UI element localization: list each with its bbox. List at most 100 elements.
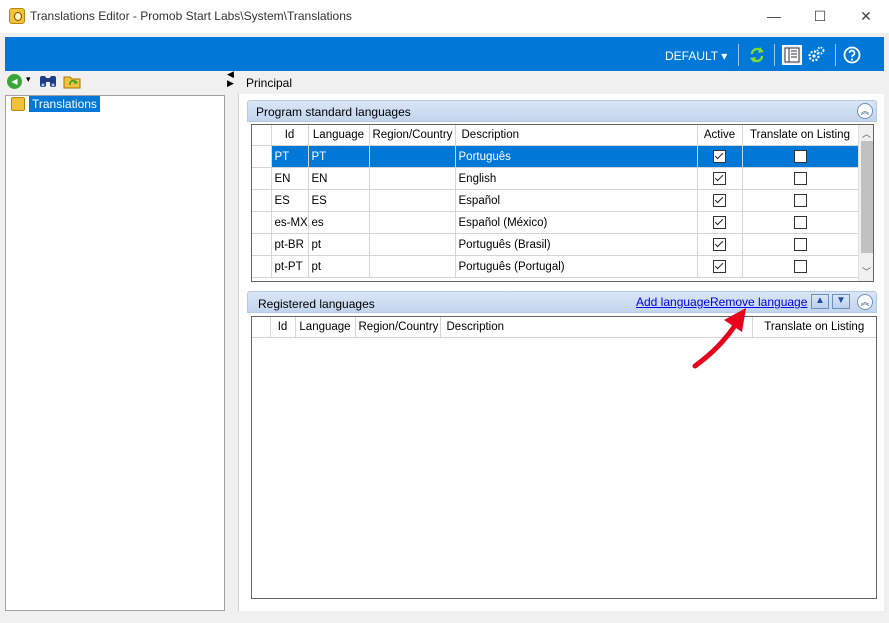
cell-description: English (455, 167, 698, 190)
help-icon[interactable] (843, 46, 861, 64)
standard-languages-header: Program standard languages ︽ (247, 100, 877, 122)
grid-header-row: Id Language Region/Country Description T… (252, 317, 876, 338)
cell-active (697, 145, 743, 168)
cell-active (697, 211, 743, 234)
move-up-button[interactable]: ▲ (811, 294, 829, 309)
cell-region (369, 211, 456, 234)
page-title: Principal (246, 76, 293, 90)
column-header-region[interactable]: Region/Country (355, 317, 441, 338)
table-row[interactable]: pt-BR pt Português (Brasil) (252, 233, 859, 256)
row-header[interactable] (252, 211, 272, 234)
column-header-language[interactable]: Language (308, 125, 370, 146)
translations-folder-icon (11, 97, 25, 111)
group-title: Registered languages (258, 297, 375, 311)
refresh-icon[interactable] (748, 46, 766, 64)
settings-gears-icon[interactable] (807, 46, 825, 64)
translate-checkbox[interactable] (793, 172, 807, 185)
cell-active (697, 189, 743, 212)
cell-language: EN (308, 167, 370, 190)
standard-grid-scrollbar[interactable]: ︿ ﹀ (858, 125, 873, 281)
row-header-corner (252, 125, 272, 146)
row-header-corner (252, 317, 271, 338)
column-header-translate[interactable]: Translate on Listing (742, 125, 859, 146)
cell-language: es (308, 211, 370, 234)
active-checkbox[interactable] (713, 194, 726, 207)
panel-splitter[interactable]: ◀ ▶ (227, 70, 237, 90)
cell-translate (742, 211, 859, 234)
cell-description: Español (455, 189, 698, 212)
translate-checkbox[interactable] (793, 194, 807, 207)
main-toolbar: DEFAULT ▾ (5, 37, 884, 71)
row-header[interactable] (252, 255, 272, 278)
column-header-translate[interactable]: Translate on Listing (752, 317, 876, 338)
table-row[interactable]: es-MX es Español (México) (252, 211, 859, 234)
active-checkbox[interactable] (713, 150, 726, 163)
main-content: Program standard languages ︽ Id Language… (238, 94, 884, 611)
cell-translate (742, 189, 859, 212)
profile-dropdown[interactable]: DEFAULT ▾ (665, 49, 727, 63)
row-header[interactable] (252, 189, 272, 212)
cell-active (697, 167, 743, 190)
cell-region (369, 233, 456, 256)
columns-icon[interactable] (782, 45, 802, 65)
tree-panel: Translations (5, 95, 225, 611)
active-checkbox[interactable] (713, 260, 726, 273)
column-header-language[interactable]: Language (295, 317, 356, 338)
active-checkbox[interactable] (713, 172, 726, 185)
toolbar-separator (738, 44, 739, 66)
translate-checkbox[interactable] (793, 260, 807, 273)
tree-toolbar: ◀ ▾ (5, 72, 225, 94)
scrollbar-thumb[interactable] (861, 141, 873, 253)
cell-language: pt (308, 255, 370, 278)
annotation-arrow-icon (692, 308, 746, 369)
binoculars-icon[interactable] (39, 74, 57, 89)
collapse-standard-button[interactable]: ︽ (857, 103, 873, 119)
translate-checkbox[interactable] (793, 238, 807, 251)
cell-id: pt-PT (271, 255, 309, 278)
translate-checkbox[interactable] (793, 150, 807, 163)
cell-id: pt-BR (271, 233, 309, 256)
column-header-description[interactable]: Description (455, 125, 698, 146)
active-checkbox[interactable] (713, 238, 726, 251)
move-down-icon: ▼ (836, 295, 846, 306)
cell-translate (742, 233, 859, 256)
cell-translate (742, 167, 859, 190)
back-dropdown-icon[interactable]: ▾ (26, 74, 31, 85)
back-icon[interactable]: ◀ (7, 74, 22, 89)
table-row[interactable]: pt-PT pt Português (Portugal) (252, 255, 859, 278)
column-header-id[interactable]: Id (271, 125, 309, 146)
maximize-button[interactable]: ☐ (797, 0, 843, 32)
cell-active (697, 255, 743, 278)
standard-languages-grid: Id Language Region/Country Description A… (251, 124, 874, 282)
collapse-registered-button[interactable]: ︽ (857, 294, 873, 310)
cell-region (369, 145, 456, 168)
cell-id: es-MX (271, 211, 309, 234)
translate-checkbox[interactable] (793, 216, 807, 229)
row-header[interactable] (252, 233, 272, 256)
cell-description: Português (Portugal) (455, 255, 698, 278)
row-header[interactable] (252, 145, 272, 168)
cell-translate (742, 145, 859, 168)
registered-languages-grid: Id Language Region/Country Description T… (251, 316, 877, 599)
row-header[interactable] (252, 167, 272, 190)
cell-id: ES (271, 189, 309, 212)
column-header-active[interactable]: Active (697, 125, 743, 146)
toolbar-separator (835, 44, 836, 66)
column-header-id[interactable]: Id (270, 317, 296, 338)
table-row[interactable]: EN EN English (252, 167, 859, 190)
scroll-down-icon[interactable]: ﹀ (862, 265, 871, 278)
close-button[interactable]: ✕ (843, 0, 889, 32)
folder-refresh-icon[interactable] (63, 74, 81, 89)
cell-description: Español (México) (455, 211, 698, 234)
expand-right-icon[interactable]: ▶ (227, 79, 237, 88)
table-row[interactable]: PT PT Português (252, 145, 859, 168)
column-header-region[interactable]: Region/Country (369, 125, 456, 146)
minimize-button[interactable]: — (751, 0, 797, 32)
cell-description: Português (Brasil) (455, 233, 698, 256)
scroll-up-icon[interactable]: ︿ (862, 127, 871, 140)
move-down-button[interactable]: ▼ (832, 294, 850, 309)
table-row[interactable]: ES ES Español (252, 189, 859, 212)
cell-region (369, 167, 456, 190)
cell-id: EN (271, 167, 309, 190)
active-checkbox[interactable] (713, 216, 726, 229)
